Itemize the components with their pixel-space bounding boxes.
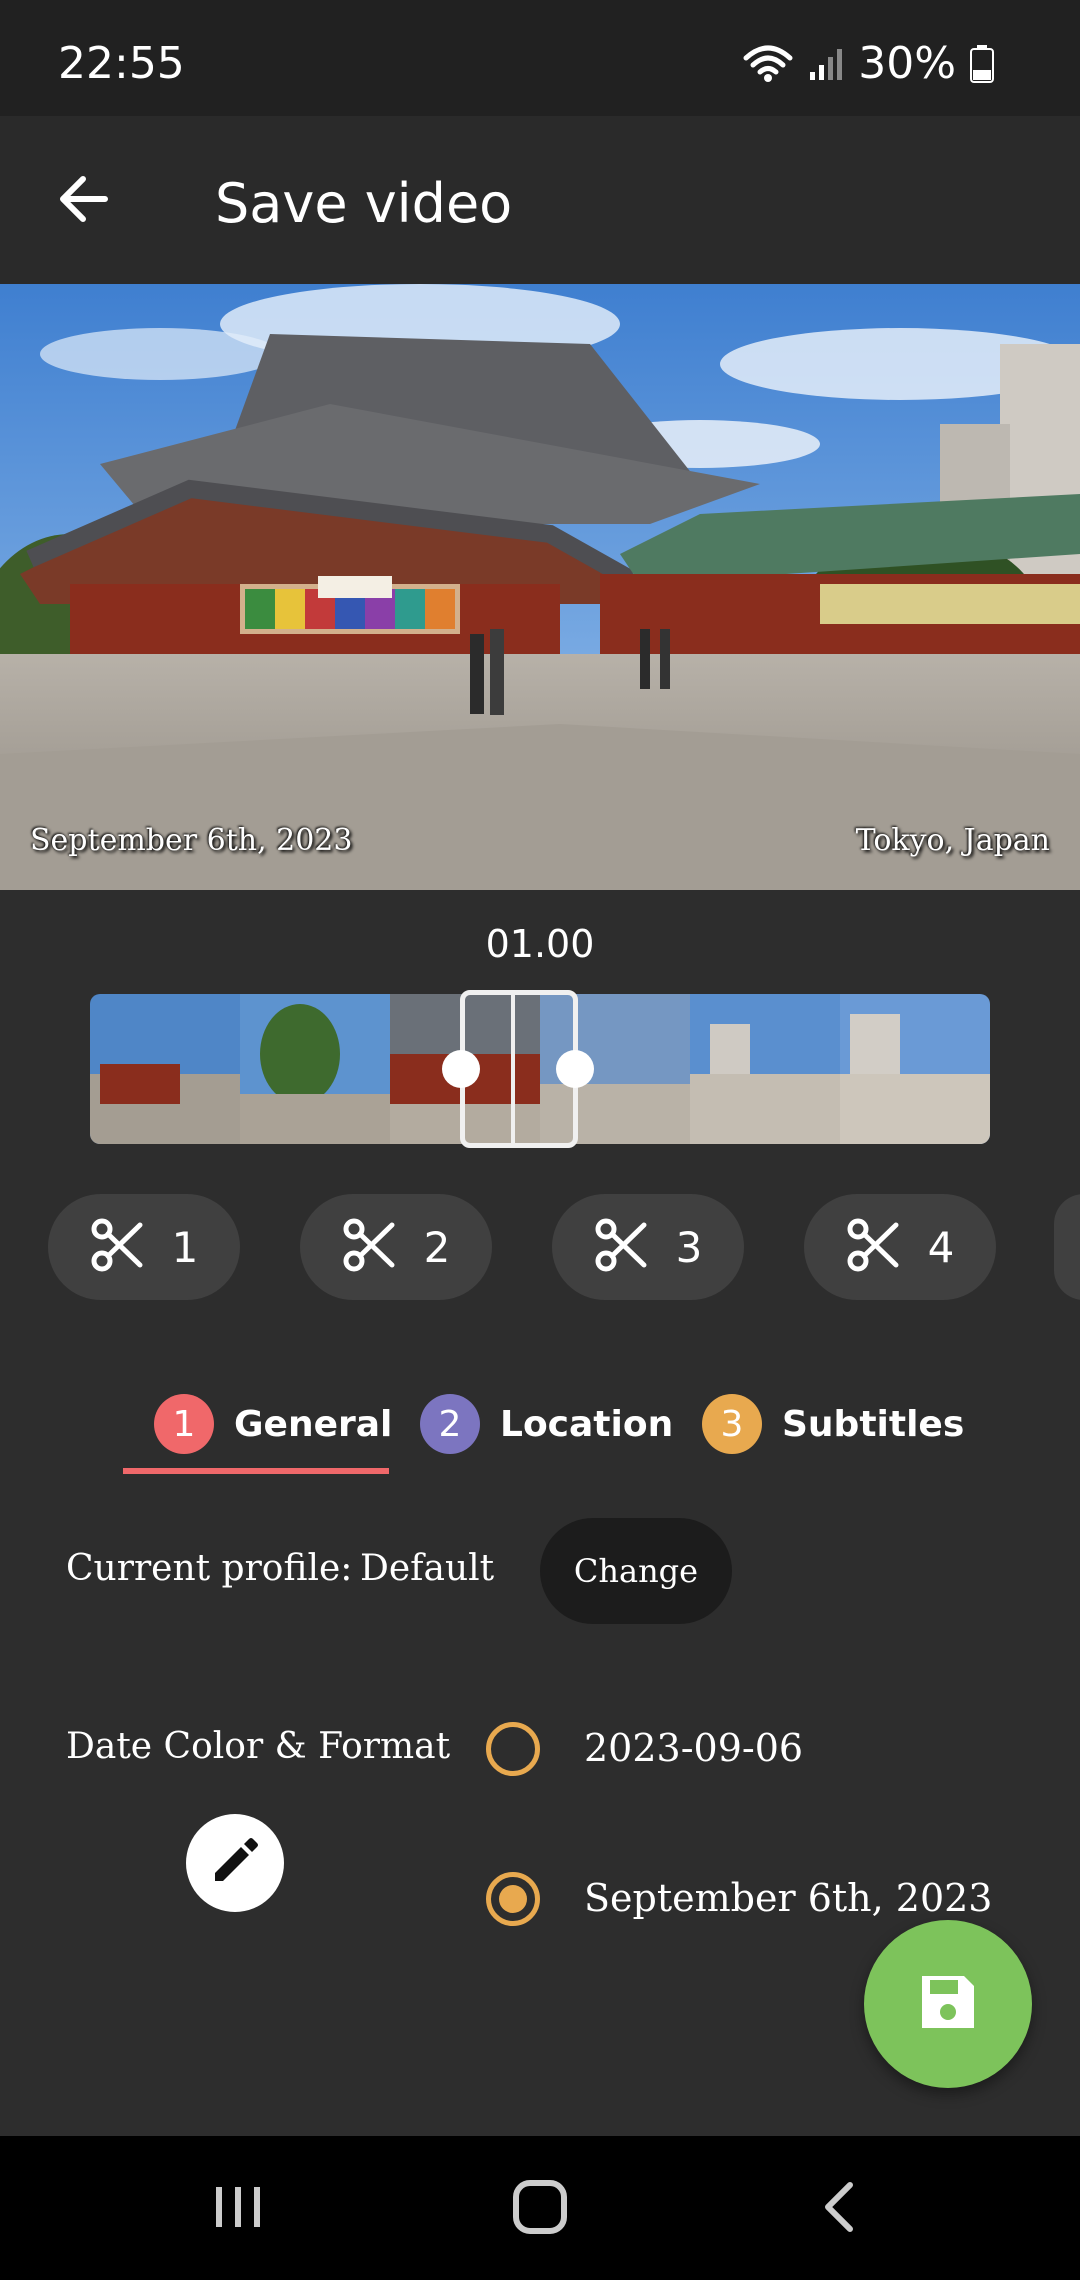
recents-icon bbox=[208, 2177, 268, 2241]
pencil-icon bbox=[207, 1833, 263, 1893]
location-overlay: Tokyo, Japan bbox=[855, 823, 1050, 858]
clip-button-2[interactable]: 2 bbox=[300, 1194, 492, 1300]
clip-button-3[interactable]: 3 bbox=[552, 1194, 744, 1300]
clip-button-more[interactable] bbox=[1054, 1194, 1080, 1300]
save-icon bbox=[916, 1970, 980, 2038]
date-format-label: Date Color & Format bbox=[66, 1726, 451, 1767]
status-time: 22:55 bbox=[58, 38, 185, 89]
tab-label: Location bbox=[500, 1403, 674, 1445]
clip-number: 2 bbox=[423, 1222, 451, 1272]
tab-label: Subtitles bbox=[782, 1403, 965, 1445]
active-tab-indicator bbox=[123, 1468, 389, 1474]
profile-value: Default bbox=[360, 1548, 495, 1589]
battery-percent: 30% bbox=[858, 38, 956, 89]
app-bar: Save video bbox=[0, 116, 1080, 284]
tab-bar: 1 General 2 Location 3 Subtitles bbox=[0, 1374, 1080, 1474]
clip-number: 4 bbox=[927, 1222, 955, 1272]
date-format-option-2[interactable]: September 6th, 2023 bbox=[584, 1876, 992, 1920]
tab-location[interactable]: 2 Location bbox=[420, 1374, 673, 1474]
tab-badge: 2 bbox=[420, 1394, 480, 1454]
edit-date-format-button[interactable] bbox=[186, 1814, 284, 1912]
signal-icon bbox=[808, 46, 844, 82]
change-profile-button[interactable]: Change bbox=[540, 1518, 732, 1624]
nav-recents-button[interactable] bbox=[188, 2164, 288, 2254]
status-bar: 22:55 30% bbox=[0, 0, 1080, 116]
tab-subtitles[interactable]: 3 Subtitles bbox=[702, 1374, 964, 1474]
clip-button-4[interactable]: 4 bbox=[804, 1194, 996, 1300]
date-format-radio-1[interactable] bbox=[486, 1722, 540, 1776]
video-preview[interactable]: September 6th, 2023 Tokyo, Japan bbox=[0, 284, 1080, 890]
trim-handle-end[interactable] bbox=[556, 1050, 594, 1088]
tab-general[interactable]: 1 General bbox=[154, 1374, 392, 1474]
scissors-icon bbox=[846, 1217, 902, 1277]
back-button[interactable] bbox=[48, 166, 118, 236]
battery-icon bbox=[970, 44, 994, 83]
scissors-icon bbox=[90, 1217, 146, 1277]
profile-row: Current profile: Default Change bbox=[0, 1518, 1080, 1628]
clip-number: 1 bbox=[171, 1222, 199, 1272]
nav-home-button[interactable] bbox=[490, 2164, 590, 2254]
tab-label: General bbox=[234, 1403, 393, 1445]
clip-number: 3 bbox=[675, 1222, 703, 1272]
wifi-icon bbox=[742, 44, 794, 84]
home-icon bbox=[510, 2177, 570, 2241]
tab-badge: 3 bbox=[702, 1394, 762, 1454]
date-format-option-1[interactable]: 2023-09-06 bbox=[584, 1726, 803, 1770]
status-icons: 30% bbox=[742, 38, 994, 89]
page-title: Save video bbox=[215, 172, 513, 235]
clip-list: 1 2 3 4 bbox=[0, 1194, 1080, 1300]
arrow-back-icon bbox=[55, 171, 111, 231]
scissors-icon bbox=[342, 1217, 398, 1277]
tab-badge: 1 bbox=[154, 1394, 214, 1454]
date-overlay: September 6th, 2023 bbox=[30, 823, 353, 858]
scissors-icon bbox=[594, 1217, 650, 1277]
save-button[interactable] bbox=[864, 1920, 1032, 2088]
nav-back-button[interactable] bbox=[792, 2164, 892, 2254]
back-icon bbox=[812, 2177, 872, 2241]
profile-label: Current profile: bbox=[66, 1548, 353, 1589]
system-nav-bar bbox=[0, 2136, 1080, 2280]
trim-handle-start[interactable] bbox=[442, 1050, 480, 1088]
clip-button-1[interactable]: 1 bbox=[48, 1194, 240, 1300]
time-readout: 01.00 bbox=[485, 922, 595, 966]
date-format-radio-2[interactable] bbox=[486, 1872, 540, 1926]
